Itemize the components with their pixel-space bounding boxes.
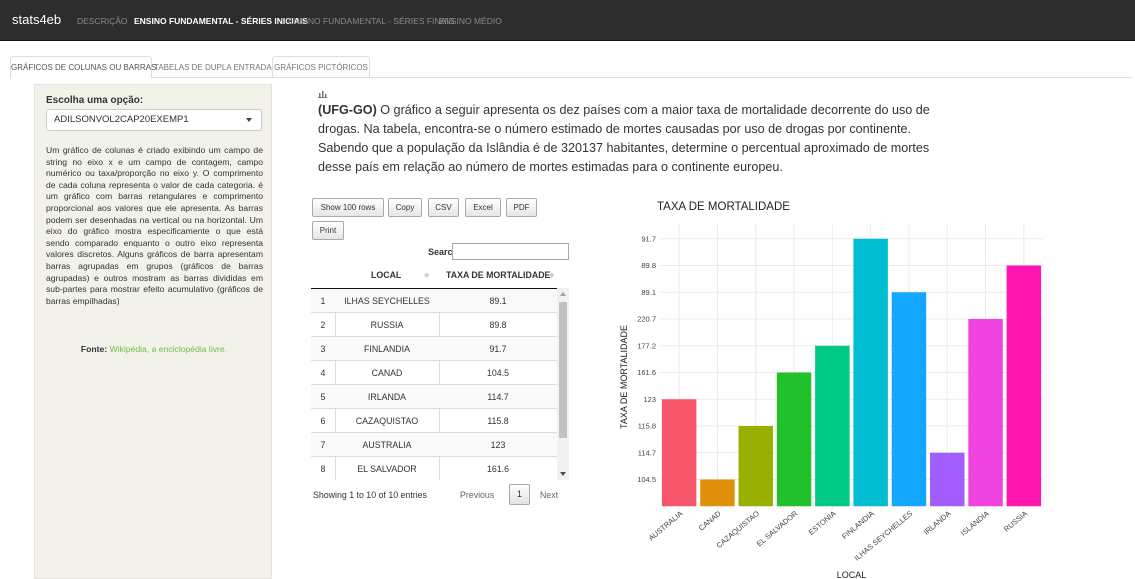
y-tick-label: 114.7 bbox=[638, 448, 656, 457]
bar-finlandia bbox=[853, 238, 888, 507]
x-tick-label: IRLANDA bbox=[922, 509, 953, 537]
tab-graficos-pictoricos[interactable]: GRÁFICOS PICTÓRICOS bbox=[272, 56, 370, 78]
y-tick-label: 177.2 bbox=[637, 341, 656, 350]
select-value: ADILSONVOL2CAP20EXEMP1 bbox=[54, 114, 189, 125]
x-tick-label: AUSTRALIA bbox=[647, 509, 685, 543]
data-table-body: 1 ILHAS SEYCHELLES 89.1 2 RUSSIA 89.8 3 FINLA… bbox=[311, 288, 557, 480]
source-link[interactable]: Wikipédia, a enciclopédia livre. bbox=[110, 344, 228, 354]
sort-icon[interactable]: ◆ bbox=[549, 271, 554, 279]
bar-russia bbox=[1006, 265, 1042, 507]
tab-tabelas-dupla-entrada[interactable]: TABELAS DE DUPLA ENTRADA bbox=[153, 56, 272, 78]
nav-descricao[interactable]: DESCRIÇÃO bbox=[77, 16, 128, 26]
bar-chart: TAXA DE MORTALIDADE 104.5 114.7 115.8 123 161… bbox=[619, 201, 1043, 579]
previous-page-button[interactable]: Previous bbox=[460, 490, 494, 500]
column-header-taxa[interactable]: TAXA DE MORTALIDADE bbox=[446, 270, 550, 280]
bar-el-salvador bbox=[776, 372, 812, 507]
table-info: Showing 1 to 10 of 10 entries bbox=[313, 490, 427, 500]
show-rows-button[interactable]: Show 100 rows bbox=[312, 198, 384, 217]
table-row[interactable]: 5 IRLANDA 114.7 bbox=[311, 385, 557, 409]
page-1-button[interactable]: 1 bbox=[509, 484, 530, 505]
bar-estonia bbox=[815, 345, 850, 507]
y-tick-label: 91.7 bbox=[641, 234, 656, 243]
table-row[interactable]: 2 RUSSIA 89.8 bbox=[311, 313, 557, 337]
table-row[interactable]: 4 CANAD 104.5 bbox=[311, 361, 557, 385]
scroll-down-icon[interactable] bbox=[560, 472, 566, 476]
brand-logo[interactable]: stats4eb bbox=[12, 12, 61, 27]
copy-button[interactable]: Copy bbox=[388, 198, 422, 217]
y-tick-label: 220.7 bbox=[637, 315, 656, 324]
y-tick-label: 115.8 bbox=[638, 422, 656, 431]
bar-irlanda bbox=[930, 452, 965, 507]
chevron-down-icon bbox=[246, 118, 252, 122]
column-header-local[interactable]: LOCAL bbox=[371, 270, 401, 280]
chart-title: TAXA DE MORTALIDADE bbox=[657, 201, 790, 213]
csv-button[interactable]: CSV bbox=[428, 198, 459, 217]
nav-fundamental-finais[interactable]: ENSINO FUNDAMENTAL - SÉRIES FINAIS bbox=[288, 16, 454, 26]
table-row[interactable]: 8 EL SALVADOR 161.6 bbox=[311, 457, 557, 480]
y-tick-label: 89.1 bbox=[641, 288, 656, 297]
question-tag: (UFG-GO) bbox=[318, 103, 377, 117]
x-tick-label: ESTONIA bbox=[807, 509, 838, 537]
search-input[interactable] bbox=[452, 243, 569, 260]
sidebar-panel: Escolha uma opção: ADILSONVOL2CAP20EXEMP… bbox=[34, 84, 272, 579]
x-axis-title: LOCAL bbox=[837, 570, 867, 579]
x-tick-label: ISLANDIA bbox=[959, 509, 991, 538]
y-tick-label: 123 bbox=[643, 395, 656, 404]
nav-ensino-medio[interactable]: ENSINO MÉDIO bbox=[439, 16, 502, 26]
y-tick-label: 161.6 bbox=[637, 368, 656, 377]
bar-australia bbox=[661, 399, 697, 507]
select-label: Escolha uma opção: bbox=[46, 95, 144, 106]
x-tick-label: EL SALVADOR bbox=[755, 509, 800, 549]
excel-button[interactable]: Excel bbox=[465, 198, 501, 217]
bar-chart-icon bbox=[318, 90, 327, 100]
table-row[interactable]: 1 ILHAS SEYCHELLES 89.1 bbox=[311, 289, 557, 313]
pdf-button[interactable]: PDF bbox=[506, 198, 537, 217]
print-button[interactable]: Print bbox=[312, 221, 344, 240]
table-row[interactable]: 7 AUSTRALIA 123 bbox=[311, 433, 557, 457]
bar-islandia bbox=[968, 319, 1003, 507]
table-row[interactable]: 3 FINLANDIA 91.7 bbox=[311, 337, 557, 361]
y-axis-title: TAXA DE MORTALIDADE bbox=[619, 325, 629, 429]
sort-icon[interactable]: ◆ bbox=[424, 271, 429, 279]
y-tick-label: 89.8 bbox=[641, 261, 656, 270]
bar-canad bbox=[700, 479, 735, 507]
question-body: O gráfico a seguir apresenta os dez país… bbox=[318, 103, 930, 174]
option-select[interactable]: ADILSONVOL2CAP20EXEMP1 bbox=[46, 109, 262, 131]
x-tick-label: FINLANDIA bbox=[840, 509, 876, 541]
tab-bar: GRÁFICOS DE COLUNAS OU BARRAS TABELAS DE… bbox=[10, 56, 1132, 79]
top-navbar: stats4eb DESCRIÇÃO ENSINO FUNDAMENTAL - … bbox=[0, 0, 1135, 41]
x-tick-label: CANAD bbox=[697, 509, 723, 533]
source-line: Fonte: Wikipédia, a enciclopédia livre. bbox=[35, 344, 273, 354]
nav-fundamental-iniciais[interactable]: ENSINO FUNDAMENTAL - SÉRIES INICIAIS bbox=[134, 16, 308, 26]
y-tick-label: 104.5 bbox=[637, 475, 656, 484]
x-tick-label: RUSSIA bbox=[1002, 509, 1029, 534]
bar-cazaquistao bbox=[738, 426, 773, 507]
next-page-button[interactable]: Next bbox=[540, 490, 558, 500]
table-row[interactable]: 6 CAZAQUISTAO 115.8 bbox=[311, 409, 557, 433]
source-label: Fonte: bbox=[80, 344, 108, 354]
bar-ilhas-seychelles bbox=[891, 292, 927, 507]
tab-graficos-colunas[interactable]: GRÁFICOS DE COLUNAS OU BARRAS bbox=[10, 56, 156, 79]
scrollbar-thumb[interactable] bbox=[559, 302, 567, 438]
question-text: (UFG-GO) O gráfico a seguir apresenta os… bbox=[318, 101, 950, 177]
chart-description: Um gráfico de colunas é criado exibindo … bbox=[46, 145, 263, 306]
scroll-up-icon[interactable] bbox=[560, 292, 566, 296]
